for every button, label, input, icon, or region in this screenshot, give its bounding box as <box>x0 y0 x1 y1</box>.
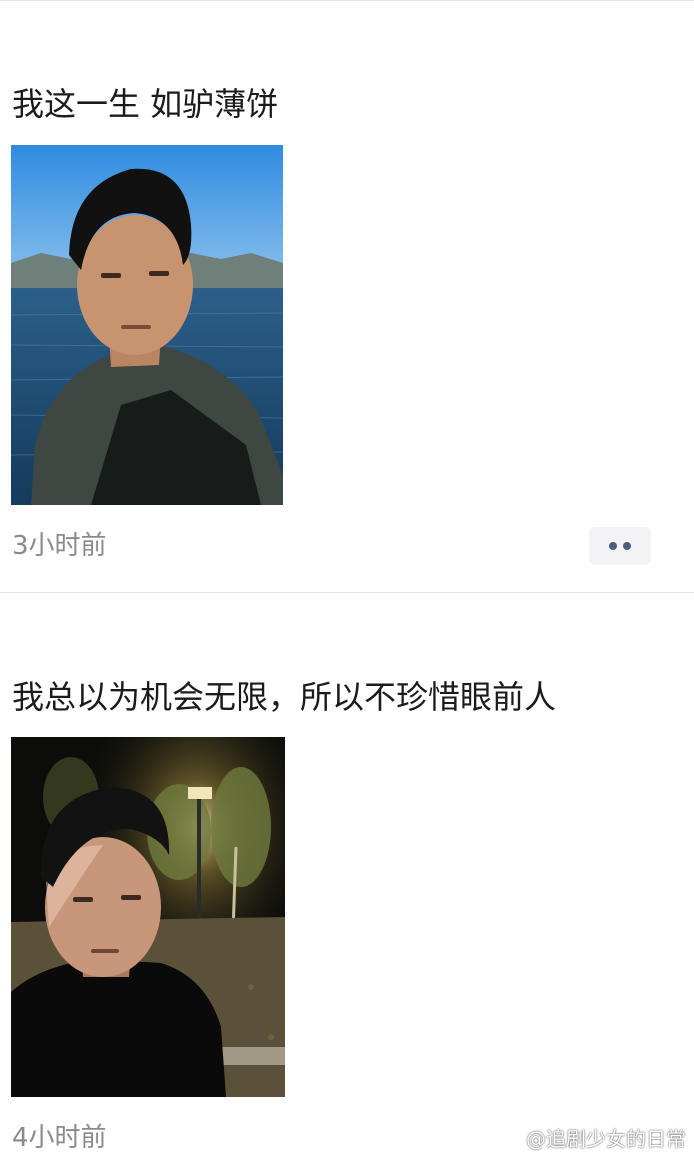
more-dots-icon <box>623 542 631 550</box>
post-text: 我总以为机会无限，所以不珍惜眼前人 <box>12 678 557 716</box>
watermark-text: @追剧少女的日常 <box>526 1127 686 1151</box>
more-dots-icon <box>609 542 617 550</box>
weibo-icon <box>498 1131 520 1149</box>
post-text: 我这一生 如驴薄饼 <box>12 85 279 123</box>
selfie-night-park-photo <box>11 737 285 1097</box>
post-divider <box>0 592 694 593</box>
post-image[interactable] <box>11 737 285 1097</box>
post-image[interactable] <box>11 145 283 505</box>
post-timestamp: 4小时前 <box>12 1123 107 1153</box>
selfie-lakeside-photo <box>11 145 283 505</box>
top-border <box>0 0 694 1</box>
watermark: @追剧少女的日常 <box>498 1124 686 1154</box>
more-button[interactable] <box>589 527 651 565</box>
post-timestamp: 3小时前 <box>12 531 107 561</box>
